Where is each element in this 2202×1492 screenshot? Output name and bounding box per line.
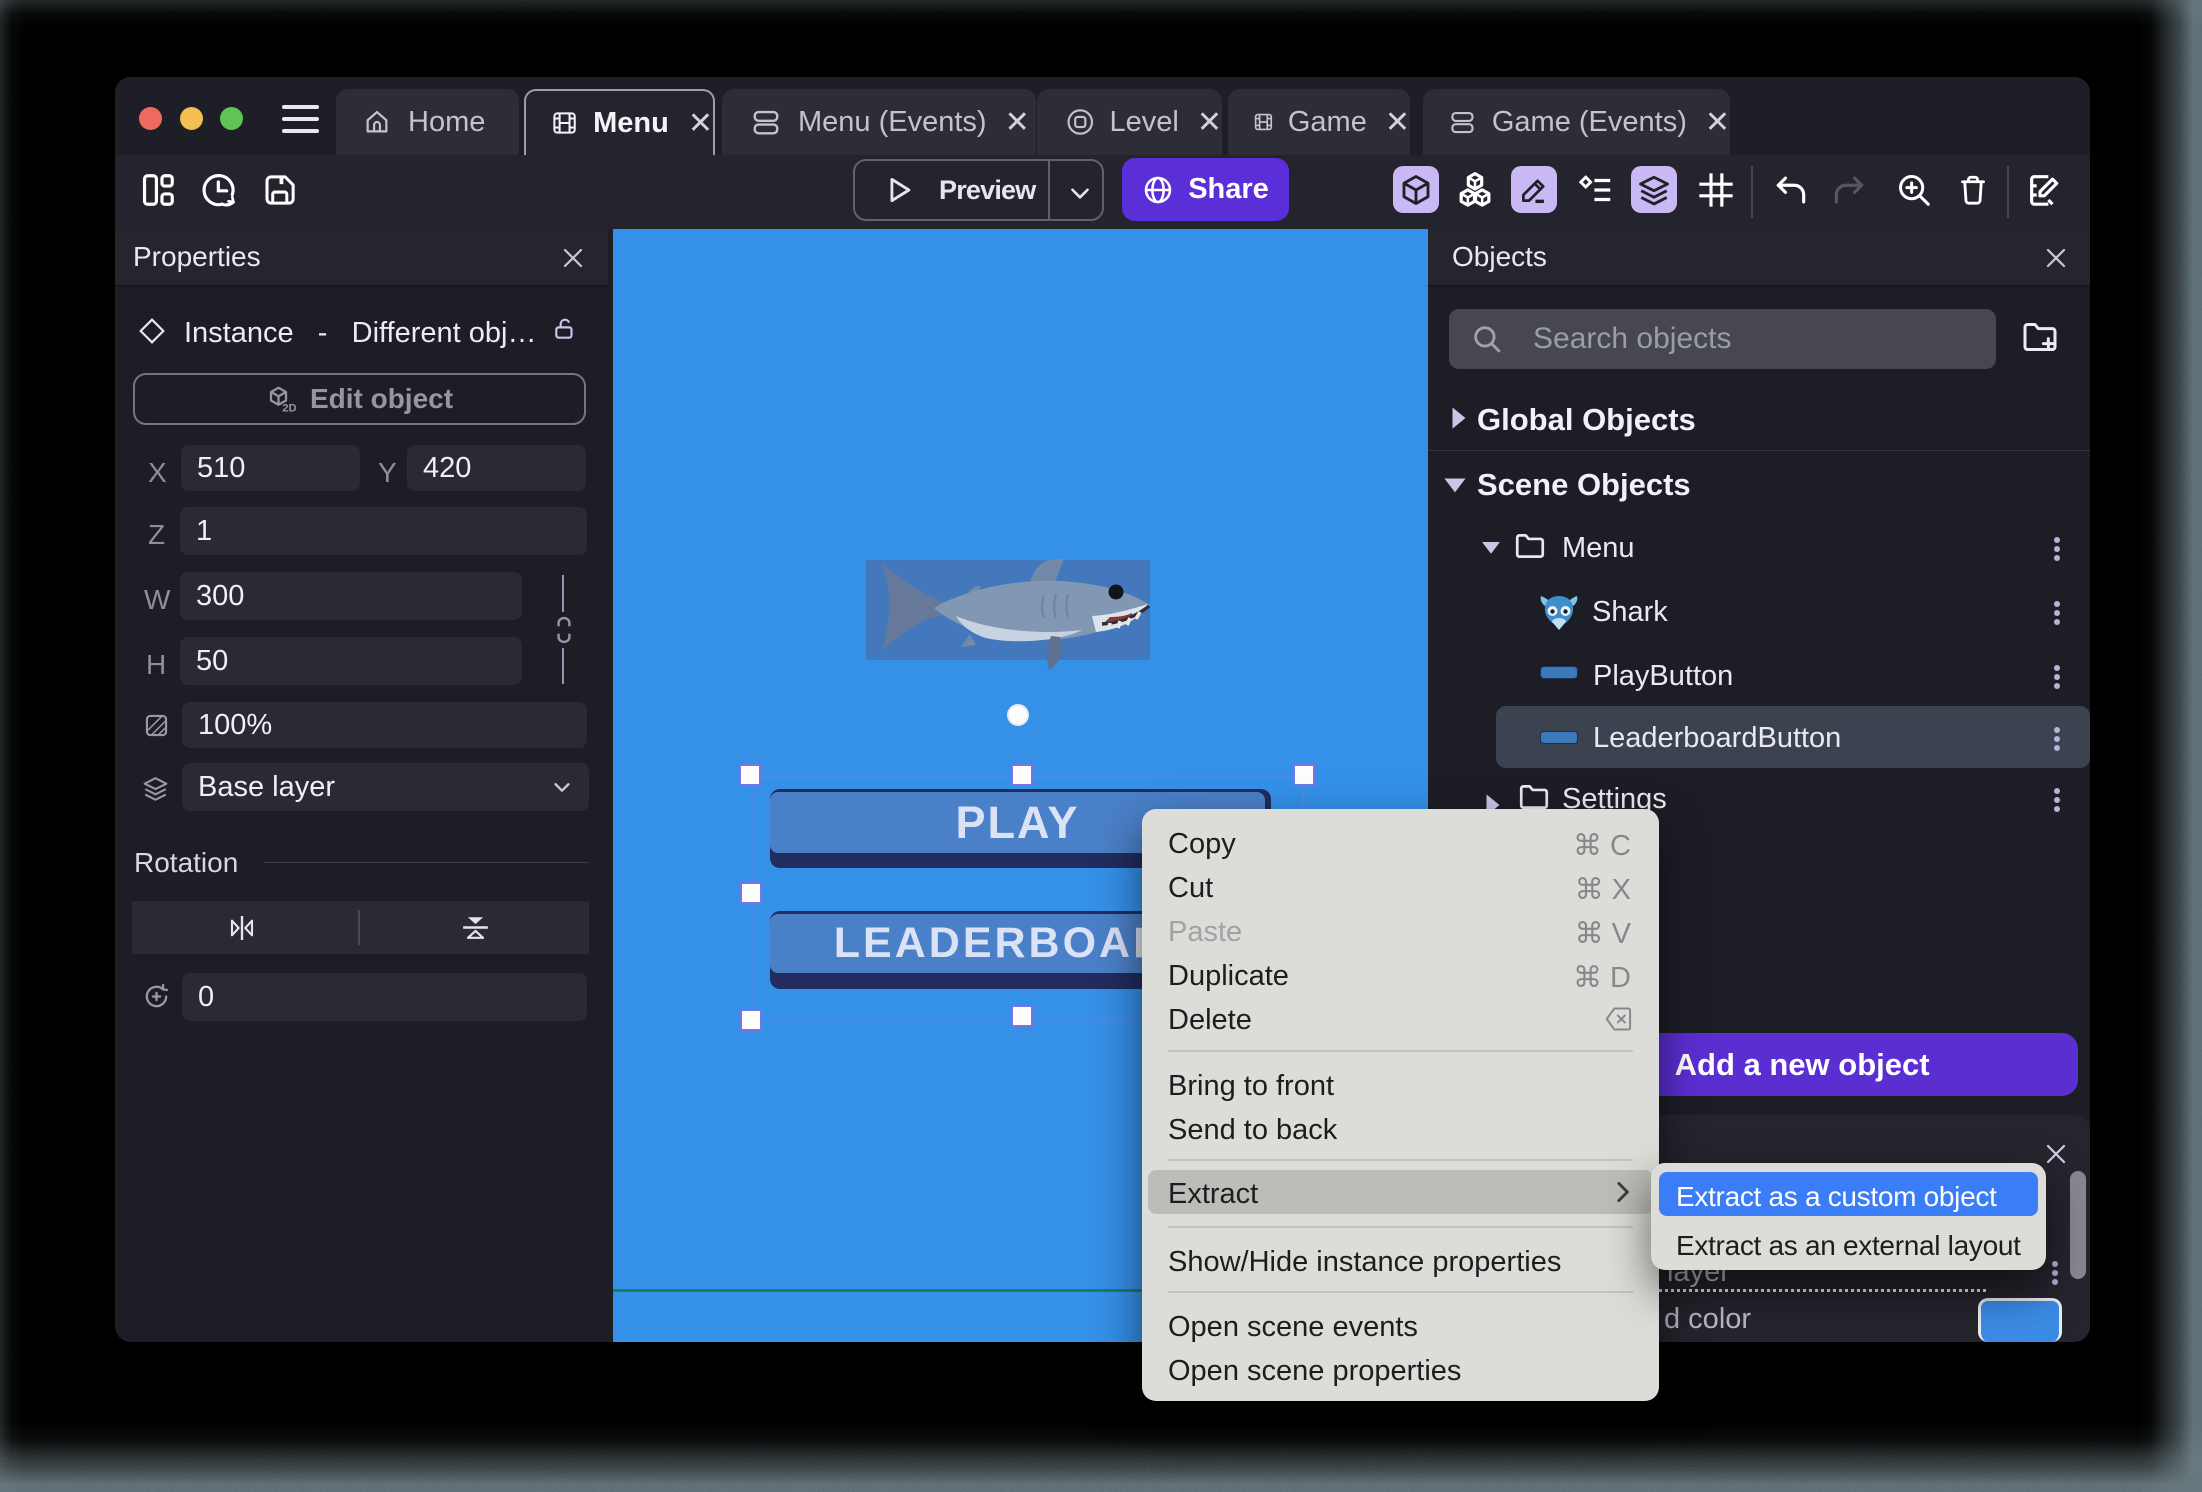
svg-text:2D: 2D [282, 403, 296, 415]
